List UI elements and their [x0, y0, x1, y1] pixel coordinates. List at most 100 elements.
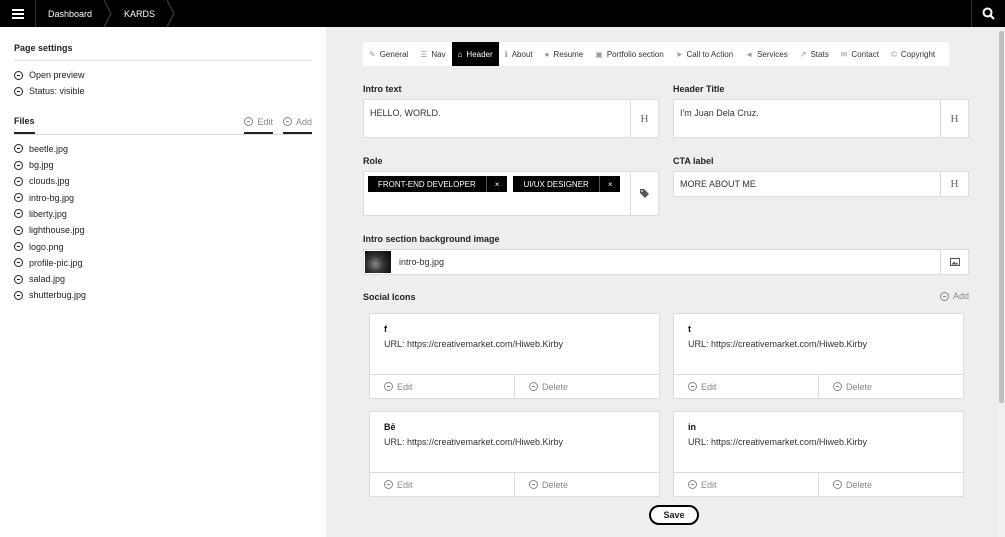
bg-image-label: Intro section background image	[363, 234, 500, 244]
home-icon: ⌂	[457, 49, 463, 59]
circle-icon	[688, 382, 697, 391]
save-button[interactable]: Save	[649, 505, 699, 525]
tab-label: Stats	[810, 49, 829, 59]
sidebar: Page settings Open preview Status: visib…	[0, 27, 326, 537]
info-icon: ℹ	[504, 49, 508, 59]
scrollbar[interactable]	[998, 27, 1005, 537]
intro-text-value[interactable]: HELLO, WORLD.	[364, 100, 630, 137]
circle-icon	[940, 291, 949, 301]
heading-icon[interactable]: H	[940, 100, 968, 137]
social-delete-button[interactable]: Delete	[514, 473, 659, 496]
remove-tag-icon[interactable]: ×	[485, 176, 508, 192]
scrollbar-thumb[interactable]	[999, 31, 1004, 403]
twitter-icon: t	[688, 324, 691, 334]
circle-icon	[14, 86, 23, 96]
menu-button[interactable]	[0, 0, 36, 27]
file-item[interactable]: clouds.jpg	[14, 173, 312, 189]
remove-tag-icon[interactable]: ×	[598, 176, 621, 192]
header-title-value[interactable]: I'm Juan Dela Cruz.	[674, 100, 940, 137]
status-label: Status: visible	[29, 86, 85, 97]
image-icon[interactable]	[940, 250, 968, 274]
file-name: logo.png	[29, 241, 64, 252]
files-edit-button[interactable]: Edit	[244, 117, 273, 134]
file-item[interactable]: salad.jpg	[14, 271, 312, 287]
social-delete-button[interactable]: Delete	[818, 375, 963, 398]
social-edit-button[interactable]: Edit	[370, 375, 514, 398]
breadcrumb-kards[interactable]: KARDS	[112, 0, 167, 27]
social-edit-button[interactable]: Edit	[674, 375, 818, 398]
page-settings-title: Page settings	[14, 43, 312, 61]
file-name: shutterbug.jpg	[29, 290, 87, 301]
circle-icon	[282, 117, 292, 127]
social-card-behance: Bē URL: https://creativemarket.com/Hiweb.…	[369, 411, 660, 497]
hamburger-icon	[11, 8, 24, 19]
circle-icon	[384, 382, 393, 391]
tab-services[interactable]: ◄ Services	[739, 42, 794, 66]
social-delete-button[interactable]: Delete	[818, 473, 963, 496]
image-icon: ▣	[595, 49, 603, 59]
add-social-button[interactable]: Add	[940, 291, 969, 301]
list-icon: ☰	[420, 49, 428, 59]
file-item[interactable]: beetle.jpg	[14, 141, 312, 157]
tag-icon[interactable]	[630, 172, 658, 215]
files-add-button[interactable]: Add	[282, 117, 312, 134]
tab-label: Header	[466, 49, 493, 59]
file-name: bg.jpg	[29, 160, 54, 171]
file-item[interactable]: intro-bg.jpg	[14, 189, 312, 205]
social-edit-button[interactable]: Edit	[674, 473, 818, 496]
cta-value[interactable]: MORE ABOUT ME	[674, 172, 940, 196]
tab-contact[interactable]: ✉ Contact	[835, 42, 885, 66]
chevron-right-icon	[167, 0, 175, 27]
behance-icon: Bē	[384, 422, 396, 432]
file-name: liberty.jpg	[29, 208, 67, 219]
circle-icon	[529, 382, 538, 391]
status-link[interactable]: Status: visible	[14, 83, 312, 99]
social-delete-label: Delete	[542, 381, 569, 392]
social-edit-button[interactable]: Edit	[370, 473, 514, 496]
social-delete-button[interactable]: Delete	[514, 375, 659, 398]
tab-nav[interactable]: ☰ Nav	[414, 42, 451, 66]
tab-copyright[interactable]: © Copyright	[885, 42, 941, 66]
top-bar: Dashboard KARDS	[0, 0, 1005, 27]
role-tag-label: UI/UX DESIGNER	[523, 179, 589, 189]
circle-icon	[529, 480, 538, 489]
tab-call-to-action[interactable]: ➤ Call to Action	[670, 42, 739, 66]
tab-portfolio-section[interactable]: ▣ Portfolio section	[589, 42, 669, 66]
bg-image-field[interactable]: intro-bg.jpg	[363, 249, 969, 275]
file-name: intro-bg.jpg	[29, 192, 75, 203]
intro-text-field[interactable]: HELLO, WORLD. H	[363, 99, 659, 138]
tab-about[interactable]: ℹ About	[499, 42, 539, 66]
tab-header[interactable]: ⌂ Header	[451, 42, 499, 66]
file-item[interactable]: liberty.jpg	[14, 206, 312, 222]
social-card-facebook: f URL: https://creativemarket.com/Hiweb.K…	[369, 313, 660, 399]
file-item[interactable]: logo.png	[14, 238, 312, 254]
file-name: salad.jpg	[29, 274, 66, 285]
page-settings-list: Open preview Status: visible	[14, 67, 312, 100]
search-icon	[982, 7, 995, 20]
bg-image-value[interactable]: intro-bg.jpg	[395, 250, 940, 274]
tab-stats[interactable]: ↗ Stats	[794, 42, 835, 66]
header-title-field[interactable]: I'm Juan Dela Cruz. H	[673, 99, 969, 138]
social-delete-label: Delete	[846, 479, 873, 490]
open-preview-link[interactable]: Open preview	[14, 67, 312, 83]
file-item[interactable]: profile-pic.jpg	[14, 255, 312, 271]
file-item[interactable]: bg.jpg	[14, 157, 312, 173]
heading-icon[interactable]: H	[940, 172, 968, 196]
tab-resume[interactable]: ● Resume	[539, 42, 590, 66]
role-field[interactable]: FRONT-END DEVELOPER × UI/UX DESIGNER ×	[363, 171, 659, 216]
cta-field[interactable]: MORE ABOUT ME H	[673, 171, 969, 197]
circle-icon	[14, 70, 23, 80]
circle-icon	[14, 258, 23, 268]
social-card-twitter: t URL: https://creativemarket.com/Hiweb.K…	[673, 313, 964, 399]
heading-icon[interactable]: H	[630, 100, 658, 137]
breadcrumb-dashboard[interactable]: Dashboard	[36, 0, 104, 27]
social-url: URL: https://creativemarket.com/Hiweb.Ki…	[688, 339, 868, 349]
file-item[interactable]: shutterbug.jpg	[14, 287, 312, 303]
open-preview-label: Open preview	[29, 70, 85, 81]
file-item[interactable]: lighthouse.jpg	[14, 222, 312, 238]
tab-general[interactable]: ✎ General	[363, 42, 414, 66]
tab-label: Services	[757, 49, 788, 59]
tab-label: Portfolio section	[606, 49, 664, 59]
search-button[interactable]	[971, 0, 1005, 27]
tab-label: General	[379, 49, 409, 59]
